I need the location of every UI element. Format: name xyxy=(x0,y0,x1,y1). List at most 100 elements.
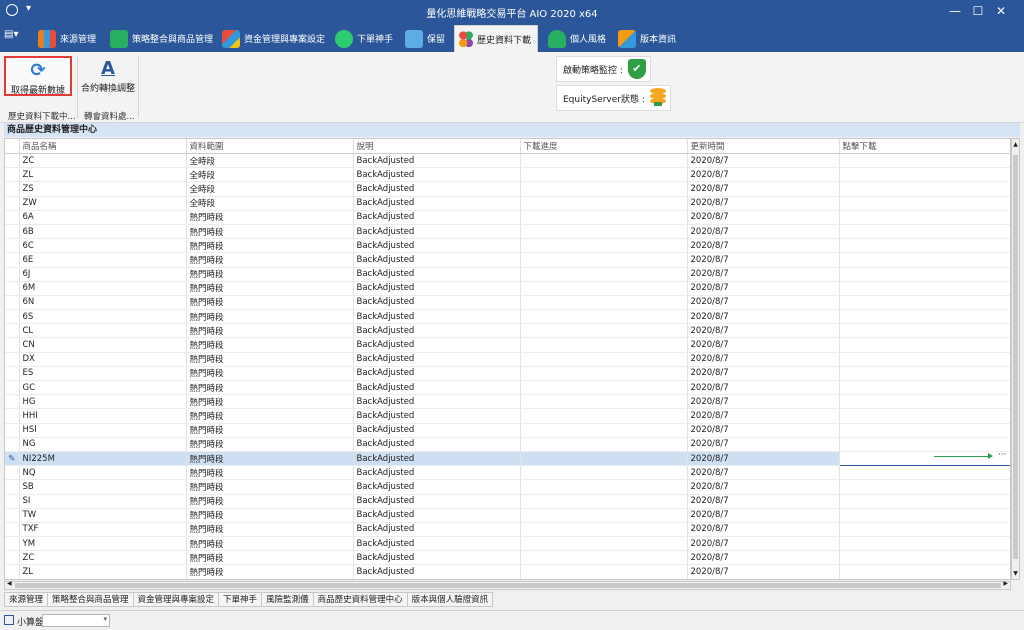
cell-download[interactable] xyxy=(839,224,1010,240)
cell-download[interactable] xyxy=(839,423,1010,438)
table-row[interactable]: TW 熱門時段 BackAdjusted 2020/8/7 xyxy=(5,508,1010,523)
cell-download[interactable]: ··· xyxy=(838,450,1010,467)
scroll-up-icon[interactable]: ▲ xyxy=(1012,141,1019,148)
col-header-desc[interactable]: 說明 xyxy=(353,139,521,154)
cell-download[interactable] xyxy=(839,323,1010,339)
doc-tab-fund[interactable]: 資金管理與專案設定 xyxy=(132,592,219,607)
doc-tab-source[interactable]: 來源管理 xyxy=(4,592,48,607)
doc-tab-risk[interactable]: 風險監測儀 xyxy=(261,592,313,607)
horizontal-scrollbar[interactable]: ◀ ▶ xyxy=(4,580,1011,590)
cell-download[interactable] xyxy=(839,579,1010,580)
scroll-right-icon[interactable]: ▶ xyxy=(1003,580,1008,587)
tab-reserve[interactable]: 保留 xyxy=(405,25,445,52)
cell-download[interactable] xyxy=(839,550,1010,566)
cell-download[interactable] xyxy=(839,295,1010,311)
table-row[interactable]: ZL 熱門時段 BackAdjusted 2020/8/7 xyxy=(5,564,1010,579)
cell-download[interactable] xyxy=(839,309,1010,325)
table-row[interactable]: SI 熱門時段 BackAdjusted 2020/8/7 xyxy=(5,494,1010,509)
table-row[interactable]: HSI 熱門時段 BackAdjusted 2020/8/7 xyxy=(5,423,1010,438)
contract-adjust-button[interactable]: A 合約轉換調整 xyxy=(80,56,136,96)
cell-download[interactable] xyxy=(839,352,1010,367)
table-row[interactable]: ✎ NI225M 熱門時段 BackAdjusted 2020/8/7 ··· xyxy=(5,450,1010,467)
col-header-download[interactable]: 點擊下載 xyxy=(839,139,1010,154)
tab-personal-style[interactable]: 個人風格 xyxy=(548,25,606,52)
tab-fund-management[interactable]: 資金管理與專案設定 xyxy=(222,25,325,52)
tab-order[interactable]: 下單神手 xyxy=(335,25,393,52)
table-row[interactable]: ZW 全時段 BackAdjusted 2020/8/7 xyxy=(5,196,1010,211)
cell-download[interactable] xyxy=(839,508,1010,523)
table-row[interactable]: 6A 熱門時段 BackAdjusted 2020/8/7 xyxy=(5,210,1010,225)
scroll-down-icon[interactable]: ▼ xyxy=(1012,570,1019,577)
tab-source-management[interactable]: 來源管理 xyxy=(38,25,96,52)
scroll-thumb[interactable] xyxy=(1013,155,1018,559)
table-row[interactable]: ZL 全時段 BackAdjusted 2020/8/7 xyxy=(5,167,1010,183)
table-row[interactable]: GC 熱門時段 BackAdjusted 2020/8/7 xyxy=(5,380,1010,396)
tab-version-info[interactable]: 版本資訊 xyxy=(618,25,676,52)
col-header-range[interactable]: 資料範圍 xyxy=(186,139,354,154)
table-row[interactable]: NG 熱門時段 BackAdjusted 2020/8/7 xyxy=(5,437,1010,452)
cell-download[interactable] xyxy=(839,281,1010,296)
table-row[interactable]: CL 熱門時段 BackAdjusted 2020/8/7 xyxy=(5,323,1010,339)
cell-download[interactable] xyxy=(839,153,1010,169)
close-button[interactable]: ✕ xyxy=(978,0,1024,22)
ellipsis-button[interactable]: ··· xyxy=(998,452,1007,459)
table-row[interactable]: TXF 熱門時段 BackAdjusted 2020/8/7 xyxy=(5,522,1010,538)
cell-download[interactable] xyxy=(839,181,1010,197)
table-row[interactable]: 6S 熱門時段 BackAdjusted 2020/8/7 xyxy=(5,309,1010,325)
doc-tab-order[interactable]: 下單神手 xyxy=(218,592,262,607)
cell-download[interactable] xyxy=(839,479,1010,495)
shield-check-icon[interactable]: ✔ xyxy=(627,59,646,79)
cell-download[interactable] xyxy=(839,252,1010,268)
vertical-scrollbar[interactable]: ▲ ▼ xyxy=(1011,138,1020,580)
scroll-left-icon[interactable]: ◀ xyxy=(7,580,12,587)
table-row[interactable]: HHI 熱門時段 BackAdjusted 2020/8/7 xyxy=(5,408,1010,424)
table-row[interactable]: 6J 熱門時段 BackAdjusted 2020/8/7 xyxy=(5,267,1010,282)
cell-download[interactable] xyxy=(839,196,1010,211)
chevron-down-icon[interactable]: ▾ xyxy=(103,615,107,623)
cell-download[interactable] xyxy=(839,437,1010,452)
cell-download[interactable] xyxy=(839,380,1010,396)
database-icon[interactable] xyxy=(649,88,666,108)
table-row[interactable]: YM 熱門時段 BackAdjusted 2020/8/7 xyxy=(5,536,1010,552)
cell-download[interactable] xyxy=(839,494,1010,509)
table-row[interactable]: HG 熱門時段 BackAdjusted 2020/8/7 xyxy=(5,394,1010,410)
cell-download[interactable] xyxy=(839,564,1010,579)
tab-strategy[interactable]: 策略整合與商品管理 xyxy=(110,25,213,52)
doc-tab-strategy[interactable]: 策略整合與商品管理 xyxy=(47,592,133,607)
scroll-thumb[interactable] xyxy=(15,583,1001,588)
cell-download[interactable] xyxy=(839,465,1010,481)
calculator-dropdown[interactable]: ▾ xyxy=(42,614,110,627)
table-row[interactable]: 6N 熱門時段 BackAdjusted 2020/8/7 xyxy=(5,295,1010,311)
cell-download[interactable] xyxy=(839,536,1010,552)
table-row[interactable]: ZC 全時段 BackAdjusted 2020/8/7 xyxy=(5,153,1010,169)
cell-download[interactable] xyxy=(839,522,1010,538)
cell-download[interactable] xyxy=(839,366,1010,382)
cell-download[interactable] xyxy=(839,408,1010,424)
col-header-updated[interactable]: 更新時間 xyxy=(687,139,840,154)
cell-download[interactable] xyxy=(839,267,1010,282)
table-row[interactable]: CN 熱門時段 BackAdjusted 2020/8/7 xyxy=(5,337,1010,353)
table-row[interactable]: 6B 熱門時段 BackAdjusted 2020/8/7 xyxy=(5,224,1010,240)
cell-download[interactable] xyxy=(839,210,1010,225)
refresh-data-button[interactable]: ⟳ 取得最新數據 xyxy=(4,56,72,96)
table-row[interactable]: DX 熱門時段 BackAdjusted 2020/8/7 xyxy=(5,352,1010,367)
table-row[interactable]: ZC 熱門時段 BackAdjusted 2020/8/7 xyxy=(5,550,1010,566)
table-row[interactable]: SB 熱門時段 BackAdjusted 2020/8/7 xyxy=(5,479,1010,495)
col-header-progress[interactable]: 下載進度 xyxy=(520,139,688,154)
table-row[interactable]: 6C 熱門時段 BackAdjusted 2020/8/7 xyxy=(5,238,1010,254)
cell-download[interactable] xyxy=(839,167,1010,183)
doc-tab-version[interactable]: 版本與個人驗證資訊 xyxy=(406,592,494,607)
cell-download[interactable] xyxy=(839,238,1010,254)
tab-history-download[interactable]: 歷史資料下載 xyxy=(454,25,538,52)
table-row[interactable]: 6M 熱門時段 BackAdjusted 2020/8/7 xyxy=(5,281,1010,296)
table-row[interactable]: ES 熱門時段 BackAdjusted 2020/8/7 xyxy=(5,366,1010,382)
table-row[interactable]: ZS 全時段 BackAdjusted 2020/8/7 xyxy=(5,181,1010,197)
cell-download[interactable] xyxy=(839,394,1010,410)
file-menu[interactable]: ▤▾ xyxy=(4,29,18,40)
table-row[interactable]: NQ 熱門時段 BackAdjusted 2020/8/7 xyxy=(5,465,1010,481)
doc-tab-history[interactable]: 商品歷史資料管理中心 xyxy=(312,592,407,607)
table-row[interactable]: ZS熱門時段BackAdjusted 2020/8/7 xyxy=(5,579,1010,580)
col-header-name[interactable]: 商品名稱 xyxy=(19,139,187,154)
table-row[interactable]: 6E 熱門時段 BackAdjusted 2020/8/7 xyxy=(5,252,1010,268)
cell-download[interactable] xyxy=(839,337,1010,353)
